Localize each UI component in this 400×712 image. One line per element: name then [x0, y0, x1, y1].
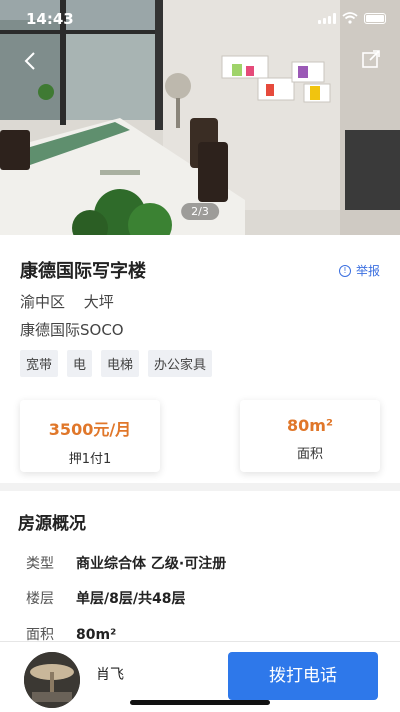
tag: 宽带: [20, 350, 59, 377]
home-indicator: [130, 700, 270, 705]
overview-row: 楼层 单层/8层/共48层: [26, 588, 185, 608]
tag: 电: [67, 350, 93, 377]
area-card: 80m² 面积: [240, 400, 380, 472]
price-value: 3500元/月: [48, 420, 132, 439]
row-value: 商业综合体 乙级·可注册: [76, 556, 227, 572]
feature-tags: 宽带 电 电梯 办公家具: [20, 350, 213, 377]
building-name: 康德国际SOCO: [20, 321, 124, 339]
report-button[interactable]: ! 举报: [338, 262, 380, 279]
listing-title: 康德国际写字楼: [20, 261, 146, 282]
battery-icon: [364, 12, 386, 24]
call-button[interactable]: 拨打电话: [228, 652, 378, 700]
photo-gallery[interactable]: 14:43 2/3: [0, 0, 400, 235]
share-icon[interactable]: [358, 46, 384, 72]
row-key: 楼层: [26, 591, 54, 607]
listing-info: 康德国际写字楼 ! 举报 渝中区 大坪 康德国际SOCO 宽带 电 电梯 办公家…: [0, 235, 400, 483]
overview-row: 类型 商业综合体 乙级·可注册: [26, 553, 226, 573]
tag: 办公家具: [148, 350, 213, 377]
area-value: 80m²: [287, 416, 333, 435]
wifi-icon: [342, 12, 358, 24]
price-card: 3500元/月 押1付1: [20, 400, 160, 472]
avatar[interactable]: [24, 652, 80, 708]
agent-name: 肖飞: [96, 667, 124, 683]
gallery-counter: 2/3: [181, 203, 219, 220]
district: 渝中区: [20, 293, 66, 311]
location: 渝中区 大坪: [20, 291, 128, 312]
report-label: 举报: [355, 264, 380, 278]
area-label: 面积: [296, 447, 323, 462]
back-icon[interactable]: [18, 48, 44, 74]
signal-icon: [318, 12, 336, 24]
status-bar: 14:43: [0, 0, 400, 36]
row-key: 类型: [26, 556, 54, 572]
report-icon: !: [338, 264, 351, 277]
payment-terms: 押1付1: [68, 452, 112, 467]
row-value: 单层/8层/共48层: [76, 591, 186, 607]
tag: 电梯: [101, 350, 140, 377]
section-title: 房源概况: [18, 514, 86, 534]
area-name: 大坪: [83, 293, 114, 311]
status-time: 14:43: [26, 10, 74, 28]
property-overview: 房源概况 类型 商业综合体 乙级·可注册 楼层 单层/8层/共48层 面积 80m²: [0, 491, 400, 651]
